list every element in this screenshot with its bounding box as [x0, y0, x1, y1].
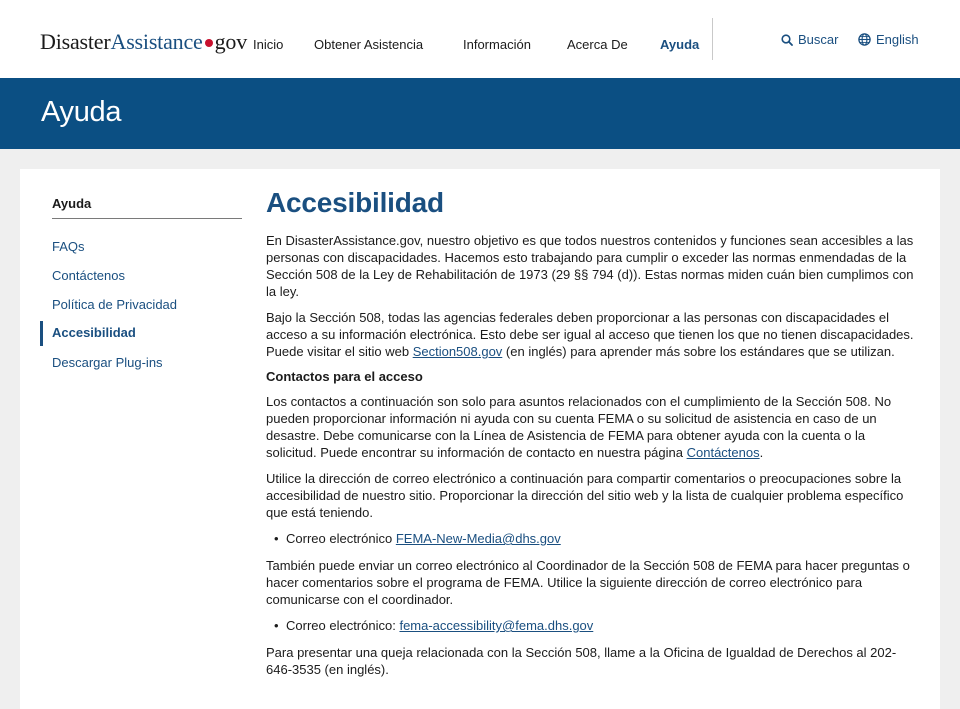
email-label: Correo electrónico:: [286, 618, 400, 633]
contactenos-link[interactable]: Contáctenos: [687, 445, 760, 460]
sidebar-item-faqs[interactable]: FAQs: [52, 239, 85, 254]
search-button[interactable]: Buscar: [781, 32, 838, 47]
list-item: • Correo electrónico: fema-accessibility@…: [266, 617, 918, 634]
nav-informacion[interactable]: Información: [463, 37, 531, 52]
bullet: •: [274, 618, 279, 633]
text-segment: Los contactos a continuación son solo pa…: [266, 394, 892, 460]
paragraph-feedback: Utilice la dirección de correo electróni…: [266, 471, 904, 520]
page-banner: Ayuda: [0, 78, 960, 149]
search-icon: [781, 33, 793, 46]
language-toggle[interactable]: English: [858, 32, 919, 47]
main-content: Accesibilidad En DisasterAssistance.gov,…: [266, 187, 918, 687]
text-segment: (en inglés) para aprender más sobre los …: [502, 344, 895, 359]
globe-icon: [858, 33, 871, 46]
paragraph-complaint: Para presentar una queja relacionada con…: [266, 645, 897, 677]
email-list-2: • Correo electrónico: fema-accessibility@…: [266, 617, 918, 634]
site-logo[interactable]: DisasterAssistance gov: [40, 29, 247, 55]
paragraph-coordinator: También puede enviar un correo electróni…: [266, 558, 910, 607]
nav-acerca-de[interactable]: Acerca De: [567, 37, 628, 52]
sidebar-divider: [52, 218, 242, 219]
sidebar-item-plugins[interactable]: Descargar Plug-ins: [52, 355, 163, 370]
subheading-contacts: Contactos para el acceso: [266, 369, 423, 384]
logo-part-1: Disaster: [40, 29, 111, 54]
search-label: Buscar: [798, 32, 839, 47]
sidebar-active-marker: [40, 321, 43, 346]
page-title: Accesibilidad: [266, 187, 444, 218]
logo-dot: [204, 39, 213, 48]
fema-new-media-email-link[interactable]: FEMA-New-Media@dhs.gov: [396, 531, 561, 546]
site-header: DisasterAssistance gov Inicio Obtener Asi…: [0, 0, 960, 78]
bullet: •: [274, 531, 279, 546]
nav-obtener-asistencia[interactable]: Obtener Asistencia: [314, 37, 423, 52]
banner-title: Ayuda: [41, 96, 122, 128]
sidebar-item-contactenos[interactable]: Contáctenos: [52, 268, 125, 283]
sidebar-item-privacidad[interactable]: Política de Privacidad: [52, 297, 177, 312]
paragraph-section508: Bajo la Sección 508, todas las agencias …: [266, 309, 918, 360]
paragraph-contacts: Los contactos a continuación son solo pa…: [266, 393, 918, 461]
content-card: Ayuda FAQs Contáctenos Política de Priva…: [20, 169, 940, 709]
sidebar-item-accesibilidad[interactable]: Accesibilidad: [52, 325, 136, 340]
nav-divider: [712, 18, 713, 60]
nav-inicio[interactable]: Inicio: [253, 37, 283, 52]
text-segment: .: [759, 445, 764, 460]
fema-accessibility-email-link[interactable]: fema-accessibility@fema.dhs.gov: [399, 618, 593, 633]
nav-ayuda[interactable]: Ayuda: [660, 37, 699, 52]
paragraph-intro: En DisasterAssistance.gov, nuestro objet…: [266, 233, 914, 299]
logo-part-3: gov: [214, 29, 248, 54]
list-item: • Correo electrónico FEMA-New-Media@dhs.g…: [266, 530, 918, 547]
sidebar-title: Ayuda: [52, 196, 92, 211]
section508-link[interactable]: Section508.gov: [413, 344, 503, 359]
email-label: Correo electrónico: [286, 531, 396, 546]
logo-part-2: Assistance: [110, 29, 203, 54]
email-list-1: • Correo electrónico FEMA-New-Media@dhs.g…: [266, 530, 918, 547]
language-label: English: [876, 32, 919, 47]
